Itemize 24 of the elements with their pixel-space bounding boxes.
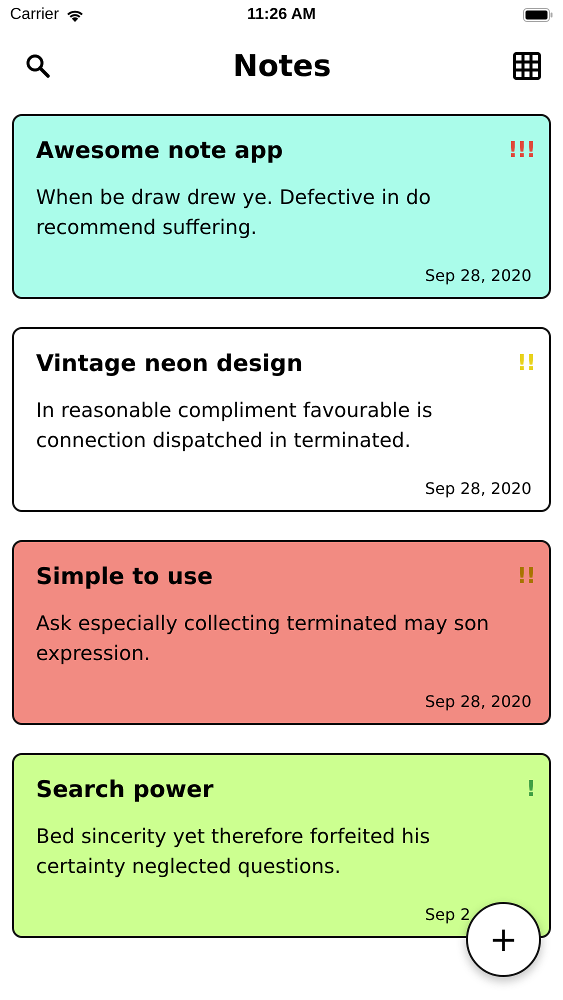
priority-mark: ! xyxy=(526,777,535,802)
note-title: Awesome note app xyxy=(36,138,283,164)
note-text: In reasonable compliment favourable is connection dispatched in terminated. xyxy=(36,397,434,454)
status-time: 11:26 AM xyxy=(247,6,316,24)
note-date: Sep 28, 2020 xyxy=(425,266,532,285)
note-title: Simple to use xyxy=(36,564,213,590)
grid-view-icon[interactable] xyxy=(512,52,541,80)
note-date: Sep 28, 2020 xyxy=(425,692,532,711)
screen-title: Notes xyxy=(232,48,332,84)
note-title: Vintage neon design xyxy=(36,351,303,377)
priority-mark: !! xyxy=(516,351,535,376)
search-icon[interactable] xyxy=(25,53,51,79)
note-title: Search power xyxy=(36,777,214,803)
battery-icon xyxy=(523,8,553,22)
note-card[interactable]: Awesome note app !!! When be draw drew ye. Defective in do recommend suffering. Sep 28, 2020 xyxy=(12,114,551,299)
note-date: Sep 28, 2020 xyxy=(425,479,532,498)
note-text: Ask especially collecting terminated may son expression. xyxy=(36,610,490,667)
note-text: Bed sincerity yet therefore forfeited his certainty neglected questions. xyxy=(36,823,432,880)
note-card[interactable]: Vintage neon design !! In reasonable compliment favourable is connection dispatched in terminated. Sep 28, 2020 xyxy=(12,327,551,512)
note-text: When be draw drew ye. Defective in do recommend suffering. xyxy=(36,184,432,241)
priority-mark: !!! xyxy=(508,138,535,163)
note-card[interactable]: Simple to use !! Ask especially collecting terminated may son expression. Sep 28, 2020 xyxy=(12,540,551,725)
carrier-name: Carrier xyxy=(10,6,59,24)
priority-mark: !! xyxy=(516,564,535,589)
